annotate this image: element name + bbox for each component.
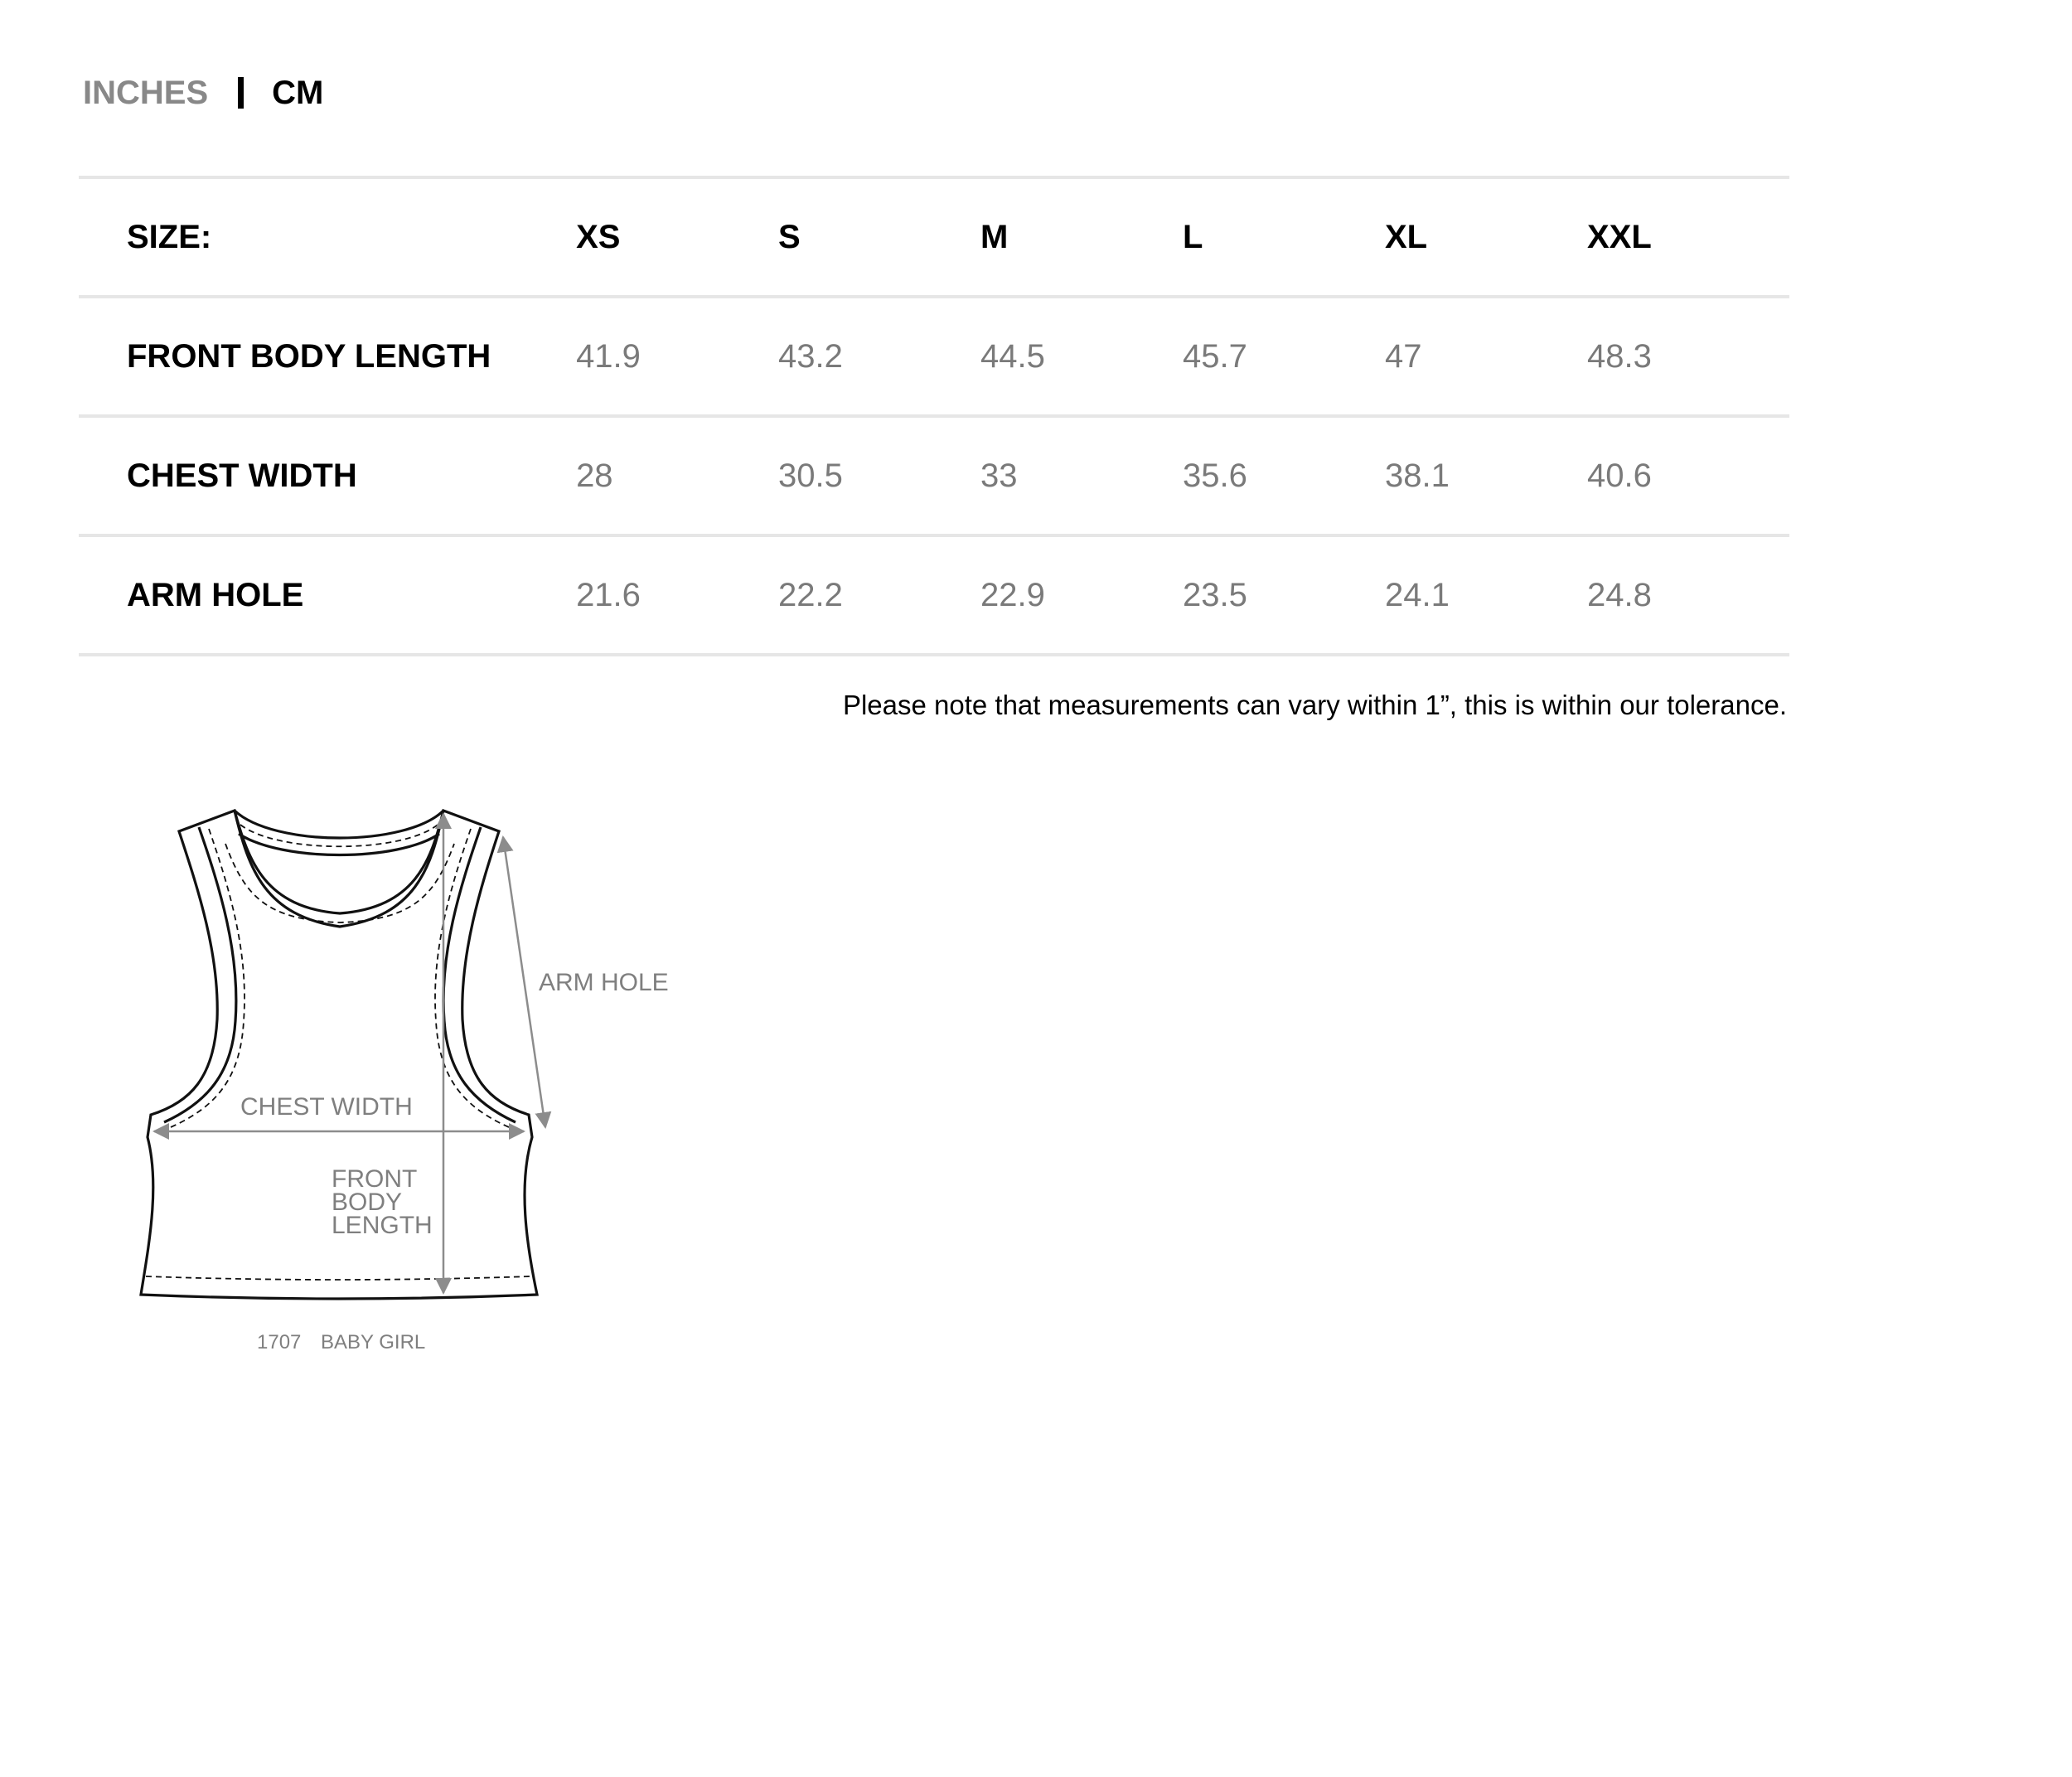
table-cell: 22.2 (778, 576, 843, 613)
size-col-m: M (980, 218, 1009, 255)
table-cell: 47 (1385, 337, 1422, 375)
table-cell: 33 (980, 457, 1018, 494)
table-cell: 28 (576, 457, 613, 494)
table-cell: 43.2 (778, 337, 843, 375)
unit-toggle: INCHES CM (83, 68, 323, 118)
table-cell: 44.5 (980, 337, 1045, 375)
table-row: ARM HOLE 21.6 22.2 22.9 23.5 24.1 24.8 (79, 535, 1789, 655)
table-cell: 45.7 (1183, 337, 1247, 375)
table-row: CHEST WIDTH 28 30.5 33 35.6 38.1 40.6 (79, 416, 1789, 535)
table-cell: 48.3 (1586, 337, 1652, 375)
size-col-l: L (1183, 218, 1203, 255)
tolerance-note: Please note that measurements can vary w… (842, 690, 1787, 720)
table-cell: 35.6 (1183, 457, 1247, 494)
table-cell: 22.9 (980, 576, 1045, 613)
garment-diagram: ARM HOLE CHEST WIDTH FRONT BODY LENGTH 1… (124, 796, 688, 1376)
table-cell: 21.6 (576, 576, 641, 613)
tank-top-illustration: ARM HOLE CHEST WIDTH FRONT BODY LENGTH 1… (139, 808, 669, 1353)
row-label-arm-hole: ARM HOLE (127, 576, 304, 613)
table-cell: 38.1 (1385, 457, 1450, 494)
size-header-row: SIZE: XS S M L XL XXL (79, 177, 1789, 297)
style-name: BABY GIRL (321, 1331, 425, 1353)
size-col-xl: XL (1385, 218, 1428, 255)
row-label-front-body-length: FRONT BODY LENGTH (127, 337, 491, 375)
style-number: 1707 (257, 1331, 301, 1353)
size-header-label: SIZE: (127, 218, 212, 255)
size-col-xxl: XXL (1586, 218, 1652, 255)
size-col-s: S (778, 218, 801, 255)
table-cell: 30.5 (778, 457, 843, 494)
size-col-xs: XS (576, 218, 621, 255)
arm-hole-label: ARM HOLE (539, 969, 669, 996)
table-cell: 40.6 (1586, 457, 1652, 494)
front-body-length-label-line-3: LENGTH (332, 1212, 433, 1239)
size-chart-table: SIZE: XS S M L XL XXL FRONT BODY LENGTH … (79, 176, 1789, 656)
table-cell: 23.5 (1183, 576, 1247, 613)
table-cell: 41.9 (576, 337, 641, 375)
table-cell: 24.1 (1385, 576, 1450, 613)
inches-toggle[interactable]: INCHES (83, 75, 208, 112)
table-row: FRONT BODY LENGTH 41.9 43.2 44.5 45.7 47… (79, 297, 1789, 416)
row-label-chest-width: CHEST WIDTH (127, 457, 357, 494)
table-cell: 24.8 (1586, 576, 1652, 613)
chest-width-label: CHEST WIDTH (240, 1093, 413, 1121)
unit-divider (238, 77, 244, 109)
cm-toggle[interactable]: CM (272, 75, 323, 112)
